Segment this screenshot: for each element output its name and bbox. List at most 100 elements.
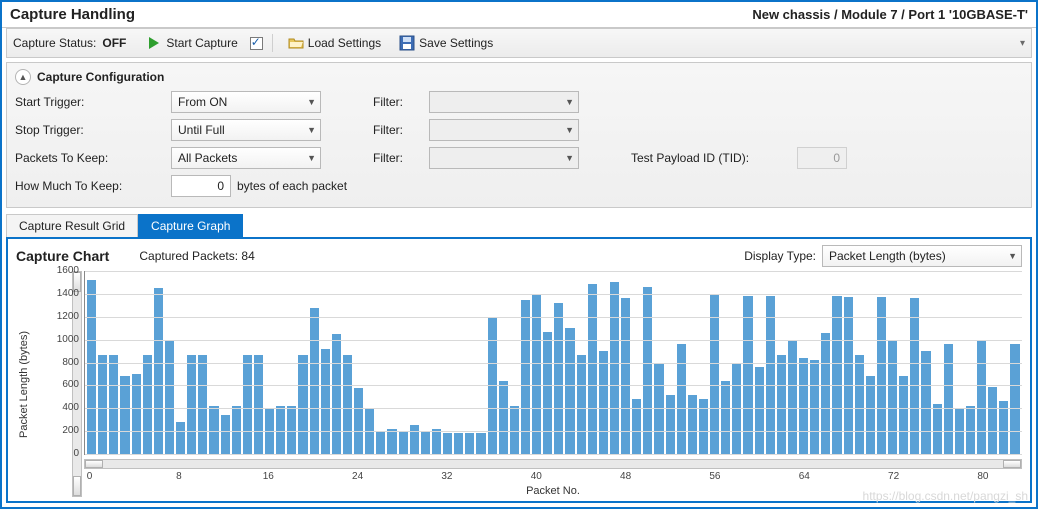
captured-packets-label: Captured Packets: [139,249,238,263]
packets-to-keep-label: Packets To Keep: [15,151,165,165]
bar [977,340,986,454]
bar [232,406,241,454]
start-capture-checkbox[interactable] [250,37,263,50]
bar [921,351,930,454]
bar [343,355,352,455]
bar [332,334,341,454]
bar [899,376,908,454]
bar [599,351,608,454]
chart-header: Capture Chart Captured Packets: 84 Displ… [16,245,1022,267]
bar [454,433,463,454]
chevron-down-icon: ▼ [565,125,574,135]
bar [98,355,107,455]
floppy-save-icon [399,35,415,51]
how-much-suffix: bytes of each packet [237,179,347,193]
chart-plot: 02004006008001000120014001600 [84,271,1022,455]
bar [565,328,574,454]
bar [755,367,764,454]
save-settings-button[interactable]: Save Settings [393,33,499,53]
overflow-chevron-icon[interactable]: ▾ [1020,38,1025,49]
bar [788,340,797,454]
load-settings-button[interactable]: Load Settings [282,33,387,53]
bar [287,406,296,454]
how-much-input[interactable]: 0 [171,175,231,197]
filter2-label: Filter: [373,123,423,137]
bar [888,340,897,454]
bar [777,355,786,455]
bar [209,406,218,454]
stop-trigger-combo[interactable]: Until Full ▼ [171,119,321,141]
panel-header: ▲ Capture Configuration [15,69,1023,85]
how-much-label: How Much To Keep: [15,179,165,193]
bar [543,332,552,454]
start-capture-button[interactable]: Start Capture [140,33,243,53]
filter1-combo[interactable]: ▼ [429,91,579,113]
bar [243,355,252,455]
chart-title: Capture Chart [16,248,109,264]
chevron-down-icon: ▼ [307,97,316,107]
bar [999,401,1008,454]
bar [87,280,96,454]
display-type-label: Display Type: [744,249,816,263]
bar [198,355,207,455]
filter2-combo[interactable]: ▼ [429,119,579,141]
bar [821,333,830,454]
bar [399,431,408,454]
bar [321,349,330,454]
bar [710,294,719,454]
bar [688,395,697,454]
start-trigger-combo[interactable]: From ON ▼ [171,91,321,113]
bar [799,358,808,454]
capture-configuration-panel: ▲ Capture Configuration Start Trigger: F… [6,62,1032,208]
filter3-label: Filter: [373,151,423,165]
bar [866,376,875,454]
bar [855,355,864,455]
toolbar: Capture Status: OFF Start Capture Load S… [6,28,1032,58]
panel-title: Capture Configuration [37,70,164,84]
tid-label: Test Payload ID (TID): [631,151,791,165]
start-trigger-value: From ON [178,95,227,109]
bar [443,433,452,454]
tab-capture-graph[interactable]: Capture Graph [138,214,243,237]
packets-to-keep-value: All Packets [178,151,237,165]
packets-to-keep-combo[interactable]: All Packets▼ [171,147,321,169]
collapse-button[interactable]: ▲ [15,69,31,85]
play-icon [146,35,162,51]
bar [944,344,953,454]
bar [476,433,485,454]
load-settings-label: Load Settings [308,36,381,50]
tab-capture-result-grid[interactable]: Capture Result Grid [6,214,138,237]
filter1-label: Filter: [373,95,423,109]
config-grid: Start Trigger: From ON ▼ Filter: ▼ Stop T… [15,91,1023,197]
start-trigger-label: Start Trigger: [15,95,165,109]
captured-packets-value: 84 [241,249,254,263]
page-title: Capture Handling [10,6,135,23]
bar [677,344,686,454]
bar [610,282,619,454]
filter3-combo[interactable]: ▼ [429,147,579,169]
bar [276,406,285,454]
save-settings-label: Save Settings [419,36,493,50]
bar [154,288,163,454]
bar [499,381,508,454]
chevron-down-icon: ▼ [1008,251,1017,261]
bar [354,388,363,454]
stop-trigger-label: Stop Trigger: [15,123,165,137]
bar [721,381,730,454]
bar [510,406,519,454]
app-window: Capture Handling New chassis / Module 7 … [0,0,1038,509]
breadcrumb: New chassis / Module 7 / Port 1 '10GBASE… [752,7,1028,22]
display-type-value: Packet Length (bytes) [829,249,946,263]
chart-area: Packet Length (bytes) 020040060080010001… [16,271,1022,497]
display-type-combo[interactable]: Packet Length (bytes) ▼ [822,245,1022,267]
x-scrollbar[interactable] [84,459,1022,469]
tid-field: 0 [797,147,847,169]
bar [465,433,474,454]
bar [532,294,541,454]
bar [387,429,396,454]
captured-packets: Captured Packets: 84 [139,249,254,263]
watermark: https://blog.csdn.net/pangzi_sh [863,489,1028,503]
tabstrip: Capture Result Grid Capture Graph [6,214,1032,237]
chevron-down-icon: ▼ [307,125,316,135]
stop-trigger-value: Until Full [178,123,225,137]
